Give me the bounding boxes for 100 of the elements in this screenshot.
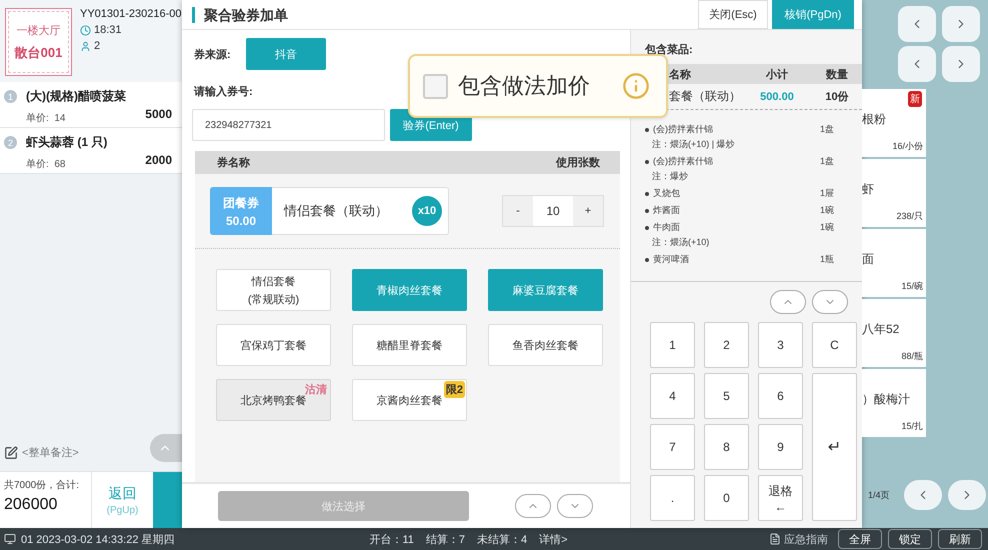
keypad-key[interactable]: 8 <box>704 424 749 470</box>
bullet-icon <box>645 258 649 262</box>
dish-card-price: 15/碗 <box>900 280 923 293</box>
toolbar-button[interactable]: 全屏 <box>838 529 882 549</box>
previous-button[interactable] <box>904 480 942 510</box>
dish-card[interactable]: ）酸梅汁 15/扎 <box>862 369 926 437</box>
clock-icon <box>80 24 91 36</box>
terminal-info: 01 2023-03-02 14:33:22 星期四 <box>21 532 174 546</box>
column-header: 小计 <box>764 68 789 82</box>
dish-note: 注：煨汤(+10) | 爆炒 <box>651 138 736 151</box>
page-down-button[interactable] <box>557 494 593 518</box>
package-button[interactable]: 宫保鸡丁套餐 <box>216 324 331 366</box>
code-input[interactable]: 232948277321 <box>192 109 385 141</box>
keypad-key[interactable]: 6 <box>758 373 803 419</box>
item-price: 单价: 14 <box>26 112 66 125</box>
dish-name: 黄河啤酒 <box>653 253 689 266</box>
keypad-key[interactable]: 3 <box>758 322 803 368</box>
document-icon <box>769 533 781 545</box>
backspace-key[interactable]: 退格 ← <box>758 475 803 521</box>
keypad-key[interactable]: 4 <box>650 373 695 419</box>
coupon-name: 情侣套餐（联动） <box>282 202 389 220</box>
coupon-card[interactable]: 团餐券 50.00 情侣套餐（联动） x10 <box>210 187 449 235</box>
dish-quantity: 1盘 <box>818 123 835 136</box>
keypad-key[interactable]: . <box>650 475 695 521</box>
bullet-icon <box>645 192 649 196</box>
dish-name: 牛肉面 <box>653 221 680 234</box>
coupon-type: 团餐券 50.00 <box>210 187 272 235</box>
keypad-key[interactable]: 5 <box>704 373 749 419</box>
checkbox[interactable] <box>423 74 448 98</box>
item-number: 1 <box>4 90 17 103</box>
page-down-button[interactable] <box>812 290 848 314</box>
scroll-up-button[interactable] <box>150 434 182 462</box>
item-quantity: 2000 <box>145 153 172 167</box>
guest-count: 2 <box>94 40 100 52</box>
bullet-icon <box>645 160 649 164</box>
sold-out-label: 沽清 <box>305 382 328 396</box>
new-badge: 新 <box>908 91 922 107</box>
package-button[interactable]: 糖醋里脊套餐 <box>352 324 467 366</box>
item-price: 单价: 68 <box>26 158 66 171</box>
dish-note: 注：煨汤(+10) <box>651 236 710 249</box>
count-badge: x10 <box>412 196 442 226</box>
package-button[interactable]: 鱼香肉丝套餐 <box>488 324 603 366</box>
info-icon[interactable] <box>622 72 650 100</box>
set-quantity: 10份 <box>824 90 850 104</box>
status-stat: 结算：7 <box>426 532 466 546</box>
table-number: 散台001 <box>14 44 62 62</box>
dish-card[interactable]: 八年52 88/瓶 <box>862 299 926 367</box>
dish-card-name: ）酸梅汁 <box>862 391 911 408</box>
keypad-key[interactable]: 9 <box>758 424 803 470</box>
dish-quantity: 1屉 <box>818 187 835 200</box>
order-item[interactable]: 1 (大)(规格)醋喷菠菜 单价: 14 5000 <box>0 82 182 128</box>
dish-card[interactable]: 新 根粉 16/小份 <box>862 89 926 157</box>
keypad-key[interactable]: C <box>812 322 857 368</box>
order-item[interactable]: 2 虾头蒜蓉 (1 只) 单价: 68 2000 <box>0 128 182 174</box>
status-stat: 未结算：4 <box>477 532 528 546</box>
bullet-icon <box>645 208 649 212</box>
guide-link[interactable]: 应急指南 <box>784 532 828 546</box>
close-button[interactable]: 关闭(Esc) <box>698 0 768 29</box>
plus-button[interactable]: + <box>573 196 603 226</box>
next-button[interactable] <box>948 480 986 510</box>
monitor-icon <box>4 533 16 545</box>
dish-card[interactable]: 虾 238/只 <box>862 159 926 227</box>
column-header: 名称 <box>669 68 692 82</box>
dish-card[interactable]: 面 15/碗 <box>862 229 926 297</box>
action-button[interactable] <box>153 472 182 528</box>
dish-card-price: 15/扎 <box>900 420 923 433</box>
keypad-key[interactable]: 2 <box>704 322 749 368</box>
column-header: 数量 <box>824 68 849 82</box>
status-stat[interactable]: 详情> <box>539 532 568 546</box>
toolbar-button[interactable]: 刷新 <box>938 529 982 549</box>
minus-button[interactable]: - <box>503 196 533 226</box>
dish-card-name: 面 <box>862 251 875 268</box>
next-button[interactable] <box>942 46 980 82</box>
keypad-key[interactable]: 7 <box>650 424 695 470</box>
dish-quantity: 1碗 <box>818 204 835 217</box>
code-label: 请输入券号: <box>194 84 253 99</box>
item-quantity: 5000 <box>145 107 172 121</box>
toolbar-button[interactable]: 锁定 <box>888 529 932 549</box>
order-time: 18:31 <box>94 24 122 36</box>
keypad-key[interactable]: 1 <box>650 322 695 368</box>
package-button[interactable]: 京酱肉丝套餐 限2 <box>352 379 467 421</box>
page-up-button[interactable] <box>770 290 806 314</box>
total-label: 共7000份，合计: <box>4 478 80 492</box>
keypad-key[interactable]: 0 <box>704 475 749 521</box>
item-number: 2 <box>4 136 17 149</box>
dish-name: (会)捞拌素什锦 <box>653 155 713 168</box>
quantity-value: 10 <box>533 196 573 226</box>
page-up-button[interactable] <box>515 494 551 518</box>
person-icon <box>80 40 91 52</box>
next-button[interactable] <box>942 6 980 42</box>
dialog-title: 聚合验券加单 <box>192 6 288 22</box>
dish-quantity: 1瓶 <box>818 253 835 266</box>
dish-note: 注：爆炒 <box>651 170 689 183</box>
remark-field[interactable]: <整单备注> <box>22 445 79 460</box>
enter-key[interactable]: ↵ <box>812 373 857 521</box>
checkbox-label: 包含做法加价 <box>458 72 591 100</box>
package-button[interactable]: 情侣套餐 (常规联动) <box>216 269 331 311</box>
previous-button[interactable] <box>898 6 936 42</box>
previous-button[interactable] <box>898 46 936 82</box>
bullet-icon <box>645 226 649 230</box>
